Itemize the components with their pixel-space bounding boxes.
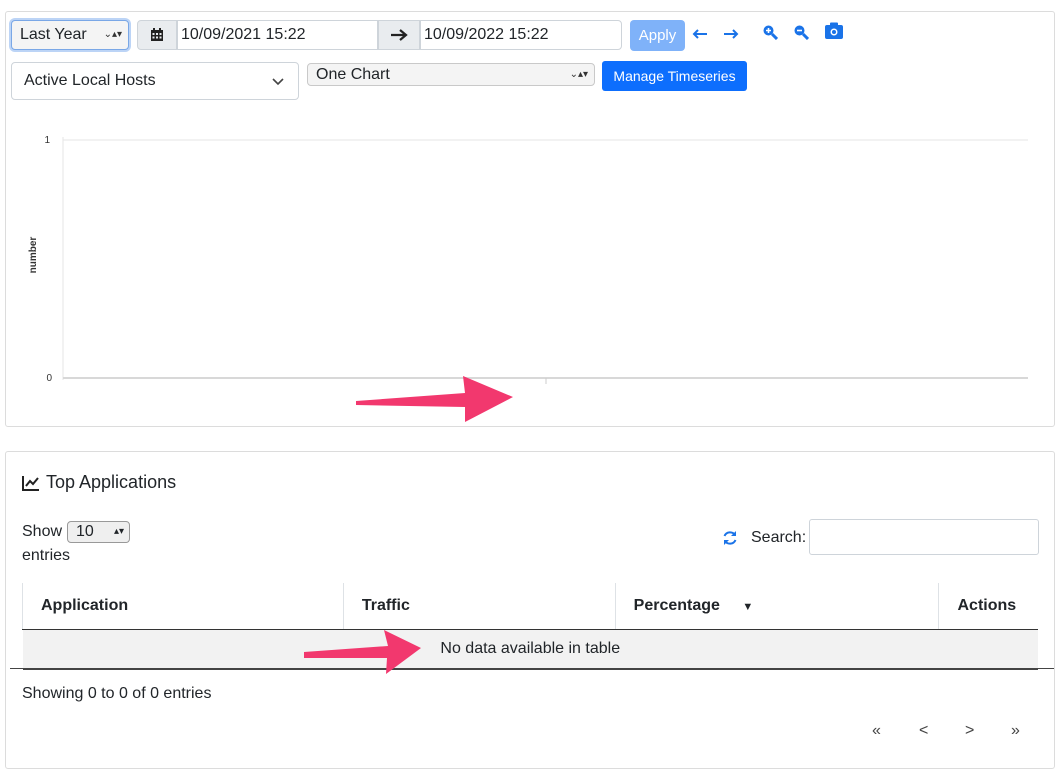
pager-first-button[interactable]: «: [872, 722, 881, 740]
pager-previous-button[interactable]: <: [919, 722, 928, 740]
y-tick-label: 1: [44, 135, 50, 146]
table-bottom-border: [10, 668, 1054, 669]
timeseries-chart: 1 0 number: [28, 135, 1028, 422]
table-row: No data available in table: [22, 629, 1038, 670]
annotation-arrow: [356, 376, 513, 422]
column-header-percentage-label: Percentage: [633, 596, 720, 614]
search-input[interactable]: [809, 519, 1039, 555]
table-header-row: Application Traffic Percentage ▼ Actions: [22, 583, 1038, 630]
show-label: Show: [22, 523, 63, 540]
top-applications-title: Top Applications: [22, 472, 176, 493]
applications-table: Application Traffic Percentage ▼ Actions…: [22, 583, 1038, 670]
top-applications-title-text: Top Applications: [46, 472, 177, 492]
pager-next-button[interactable]: >: [965, 722, 974, 740]
sort-desc-icon: ▼: [742, 600, 754, 613]
y-tick-label: 0: [46, 373, 52, 384]
entries-label: entries: [22, 547, 71, 564]
search-label: Search:: [751, 529, 807, 546]
empty-table-message: No data available in table: [22, 629, 1038, 670]
annotation-arrow: [304, 630, 421, 674]
table-info: Showing 0 to 0 of 0 entries: [22, 685, 212, 702]
column-header-percentage[interactable]: Percentage ▼: [614, 583, 939, 630]
top-applications-card: Top Applications Show 10 ▴▾ entries Sear…: [5, 451, 1055, 769]
column-header-actions: Actions: [938, 583, 1038, 630]
page-length-select[interactable]: 10 ▴▾: [67, 521, 130, 543]
page-length-value: 10: [76, 523, 94, 540]
pager-last-button[interactable]: »: [1011, 722, 1020, 740]
timeseries-card: Last Year ⌄▴▾ 10/09/2021 15:22 10/09/202…: [5, 11, 1055, 427]
line-chart-icon: [22, 475, 39, 491]
refresh-icon[interactable]: [722, 530, 738, 551]
select-arrows-icon: ▴▾: [113, 526, 124, 537]
y-axis-label: number: [28, 237, 39, 274]
